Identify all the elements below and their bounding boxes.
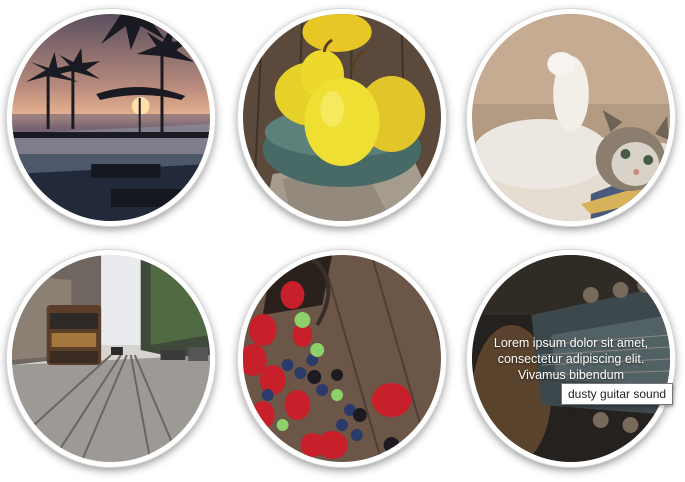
sunset-pool-image [12, 14, 210, 221]
gallery-item-kitten[interactable] [467, 9, 675, 226]
gallery-item-sunset[interactable] [7, 9, 215, 226]
gallery-item-pears[interactable] [238, 9, 446, 226]
pears-image [243, 14, 441, 221]
tram-street-image [12, 255, 210, 462]
gallery-item-berries[interactable] [238, 250, 446, 467]
gallery-item-guitar[interactable]: Lorem ipsum dolor sit amet, consectetur … [467, 250, 675, 467]
guitar-caption: Lorem ipsum dolor sit amet, consectetur … [493, 336, 649, 382]
berries-image [243, 255, 441, 462]
image-gallery: Lorem ipsum dolor sit amet, consectetur … [0, 0, 685, 482]
kitten-image [472, 14, 670, 221]
image-tooltip: dusty guitar sound [561, 383, 674, 405]
gallery-item-tram[interactable] [7, 250, 215, 467]
